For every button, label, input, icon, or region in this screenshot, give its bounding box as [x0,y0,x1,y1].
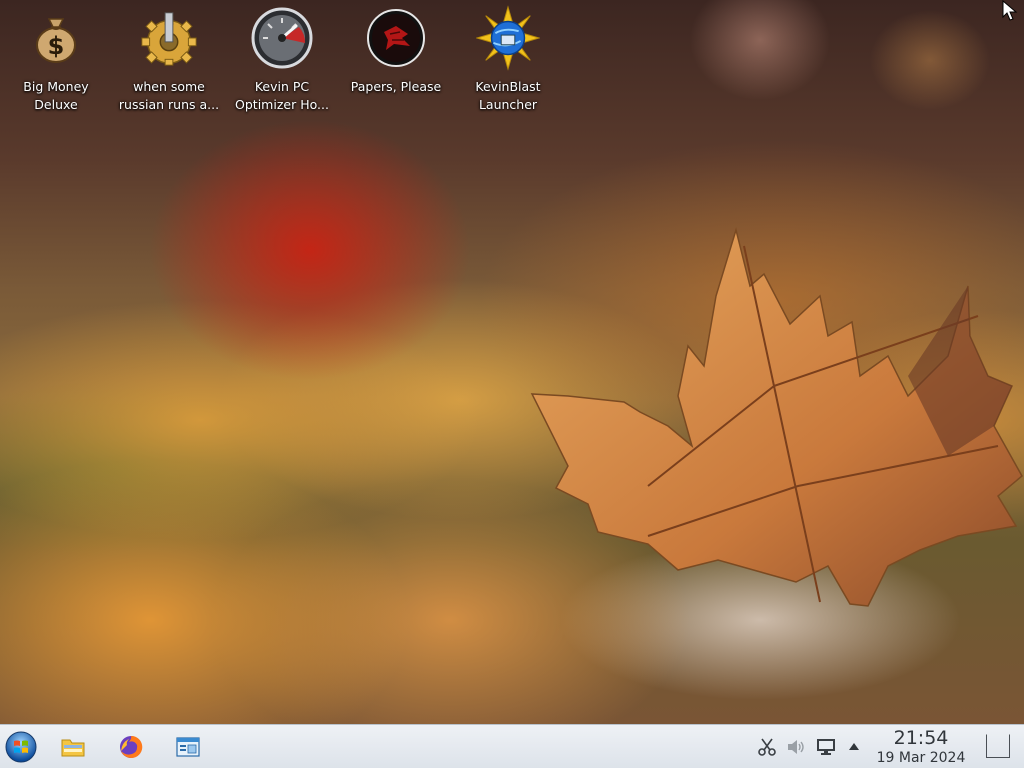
desktop-icon-kevinblast-launcher[interactable]: KevinBlast Launcher [452,5,564,114]
firefox-icon [120,735,143,758]
settings-window-icon [176,737,200,757]
speedometer-icon [250,6,314,70]
clock-date: 19 Mar 2024 [876,750,966,766]
papers-please-icon [364,6,428,70]
file-manager-button[interactable] [57,731,89,763]
tray-expand[interactable] [844,737,864,757]
gear-icon [137,6,201,70]
volume-tray[interactable] [786,737,806,757]
desktop-icon-label: KevinBlast Launcher [475,79,541,112]
folder-icon [61,739,85,757]
show-desktop-button[interactable] [986,734,1010,758]
desktop-icon-russian-runs[interactable]: when some russian runs a... [113,6,225,114]
desktop-icon-label: Papers, Please [350,79,442,94]
desktop-icon-label: Big Money Deluxe [23,79,89,112]
scissors-icon [758,738,776,756]
svg-text:$: $ [48,32,65,60]
network-tray[interactable] [816,737,836,757]
desktop-icon-big-money-deluxe[interactable]: $ Big Money Deluxe [0,6,112,114]
triangle-up-icon [849,743,859,750]
system-settings-button[interactable] [172,731,204,763]
sunburst-globe-icon [476,5,540,71]
desktop-icon-label: Kevin PC Optimizer Ho... [235,79,329,112]
wallpaper-maple-leaf [530,227,1023,607]
mouse-cursor-icon [1002,0,1018,21]
clipboard-tray[interactable] [757,737,777,757]
firefox-button[interactable] [115,731,147,763]
desktop-icon-papers-please[interactable]: Papers, Please [340,6,452,96]
desktop-icon-kevin-pc-optimizer[interactable]: Kevin PC Optimizer Ho... [226,6,338,114]
start-menu-button[interactable] [5,731,37,763]
clock-time: 21:54 [893,727,949,749]
speaker-icon [788,740,804,754]
desktop-background[interactable]: $ Big Money Deluxe when some russian run… [0,0,1024,724]
clock[interactable]: 21:54 19 Mar 2024 [866,727,976,767]
monitor-network-icon [817,739,835,755]
money-bag-icon: $ [24,6,88,70]
start-orb-icon [5,731,37,763]
desktop-icon-label: when some russian runs a... [118,79,220,112]
taskbar: 21:54 19 Mar 2024 [0,724,1024,768]
